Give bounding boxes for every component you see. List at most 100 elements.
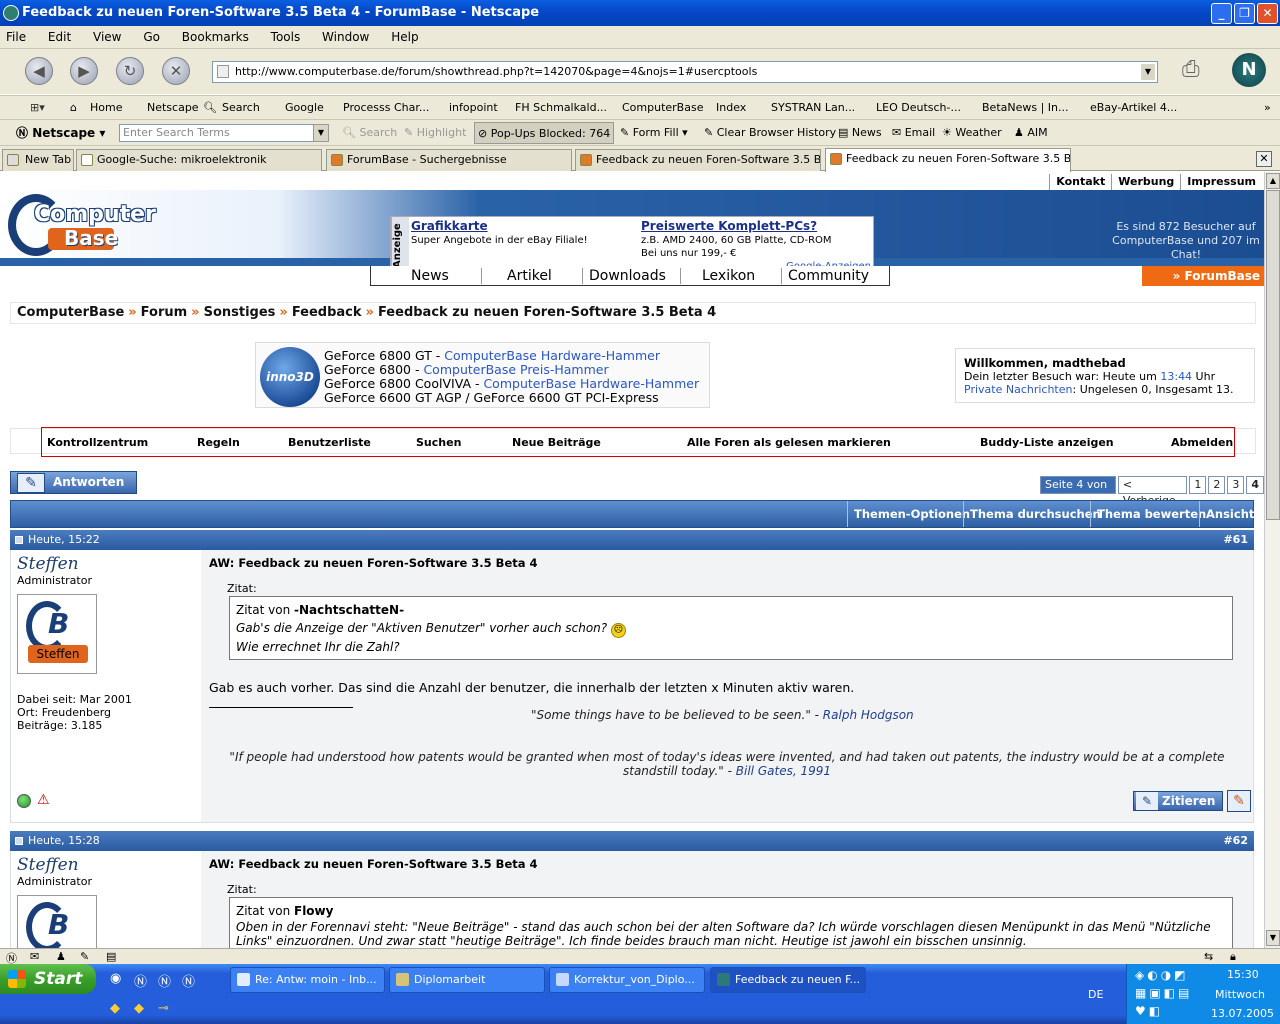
bookmark-ebay[interactable]: eBay-Artikel 4... <box>1090 96 1177 119</box>
tray-icons-row1[interactable]: ◈◐◑◩ <box>1135 968 1189 982</box>
crumb-thread[interactable]: Feedback zu neuen Foren-Software 3.5 Bet… <box>378 305 716 320</box>
menu-regeln[interactable]: Regeln <box>197 436 240 449</box>
vertical-scrollbar[interactable]: ▲ ▼ <box>1264 172 1280 948</box>
menu-bookmarks[interactable]: Bookmarks <box>182 30 249 44</box>
promo-link-3[interactable]: ComputerBase Hardware-Hammer <box>483 376 699 391</box>
bookmark-fh[interactable]: FH Schmalkald... <box>515 96 607 119</box>
tab-google[interactable]: Google-Suche: mikroelektronik <box>76 149 322 171</box>
popups-blocked-button[interactable]: ⊘ Pop-Ups Blocked: 764 <box>474 122 615 144</box>
email-button[interactable]: ✉ Email <box>892 120 935 146</box>
more-bookmarks-icon[interactable]: » <box>1264 96 1271 119</box>
bookmark-systran[interactable]: SYSTRAN Lan... <box>771 96 855 119</box>
quicklaunch-netscape3-icon[interactable]: Ⓝ <box>182 971 195 990</box>
status-aim-icon[interactable]: ♟ <box>56 950 66 963</box>
quicklaunch-tool1-icon[interactable]: ◆ <box>110 1001 120 1016</box>
kontakt-link[interactable]: Kontakt <box>1049 174 1111 190</box>
search-dropdown-icon[interactable]: ▼ <box>313 124 329 142</box>
task-korrektur[interactable]: Korrektur_von_Diplo... <box>549 967 705 993</box>
inno3d-promo[interactable]: inno3D GeForce 6800 GT - ComputerBase Ha… <box>255 342 710 408</box>
window-title-bar[interactable]: Feedback zu neuen Foren-Software 3.5 Bet… <box>0 0 1280 26</box>
thread-view[interactable]: Ansicht <box>1199 501 1260 527</box>
tray-icons-row3[interactable]: ♥◧ <box>1135 1004 1163 1018</box>
clear-history-button[interactable]: ✎ Clear Browser History <box>704 120 836 146</box>
nav-community[interactable]: Community <box>788 266 869 286</box>
menu-alle-gelesen[interactable]: Alle Foren als gelesen markieren <box>687 436 891 449</box>
post-number[interactable]: #61 <box>1223 530 1248 550</box>
search-input[interactable]: Enter Search Terms ▼ <box>119 124 329 142</box>
report-post-icon[interactable]: ⚠ <box>37 792 50 808</box>
private-messages-link[interactable]: Private Nachrichten <box>964 383 1073 396</box>
reload-button[interactable]: ↻ <box>116 57 144 85</box>
menu-help[interactable]: Help <box>391 30 418 44</box>
print-icon[interactable]: ⎙ <box>1182 57 1212 87</box>
scroll-up-icon[interactable]: ▲ <box>1266 173 1280 189</box>
quicklaunch-netscape2-icon[interactable]: Ⓝ <box>158 971 171 990</box>
menu-file[interactable]: File <box>6 30 26 44</box>
reply-button[interactable]: ✎ Antworten <box>10 471 137 494</box>
quicklaunch-netscape-icon[interactable]: Ⓝ <box>134 971 147 990</box>
nav-news[interactable]: News <box>411 266 449 286</box>
bookmark-betanews[interactable]: BetaNews | In... <box>982 96 1069 119</box>
bookmark-infopoint[interactable]: infopoint <box>449 96 498 119</box>
menu-view[interactable]: View <box>93 30 121 44</box>
bookmark-home[interactable]: Home <box>90 96 122 119</box>
address-dropdown-icon[interactable]: ▼ <box>1141 64 1155 80</box>
bookmark-google[interactable]: Google <box>285 96 324 119</box>
close-window-button[interactable]: ✕ <box>1257 3 1278 24</box>
task-mail[interactable]: Re: Antw: moin - Inb... <box>230 967 385 993</box>
task-feedback[interactable]: Feedback zu neuen F... <box>710 967 866 993</box>
bookmark-processs[interactable]: Processs Char... <box>343 96 429 119</box>
quicklaunch-tool3-icon[interactable]: ⊸ <box>158 1001 169 1016</box>
post-number[interactable]: #62 <box>1223 831 1248 851</box>
minimize-button[interactable]: _ <box>1211 3 1232 24</box>
tab-forumbase-search[interactable]: ForumBase - Suchergebnisse <box>326 149 572 171</box>
crumb-computerbase[interactable]: ComputerBase <box>17 305 124 320</box>
edit-post-icon[interactable]: ✎ <box>1227 790 1251 812</box>
form-fill-button[interactable]: ✎ Form Fill ▾ <box>620 120 688 146</box>
tab-feedback-2[interactable]: Feedback zu neuen Foren-Software 3.5 Be.… <box>825 148 1071 172</box>
menu-edit[interactable]: Edit <box>48 30 71 44</box>
menu-go[interactable]: Go <box>143 30 160 44</box>
page-prev[interactable]: < Vorherige <box>1117 476 1188 507</box>
quicklaunch-tool2-icon[interactable]: ◆ <box>134 1001 144 1016</box>
highlight-button[interactable]: ✎ Highlight <box>404 120 466 146</box>
close-tab-icon[interactable]: ✕ <box>1256 151 1272 167</box>
crumb-feedback[interactable]: Feedback <box>292 305 362 320</box>
post-username[interactable]: Steffen <box>17 855 79 875</box>
address-bar[interactable]: http://www.computerbase.de/forum/showthr… <box>212 61 1158 83</box>
scroll-thumb[interactable] <box>1266 190 1280 520</box>
thread-rate[interactable]: Thema bewerten <box>1090 501 1212 527</box>
menu-neue-beitraege[interactable]: Neue Beiträge <box>512 436 601 449</box>
impressum-link[interactable]: Impressum <box>1180 174 1262 190</box>
page-2[interactable]: 2 <box>1208 476 1226 494</box>
task-diplomarbeit[interactable]: Diplomarbeit <box>389 967 545 993</box>
quote-button[interactable]: ✎ Zitieren <box>1133 791 1223 811</box>
bookmarks-menu-icon[interactable]: ⊞▾ <box>30 96 45 119</box>
search-button[interactable]: 🔍︎ Search <box>342 120 397 146</box>
post-username[interactable]: Steffen <box>17 554 79 574</box>
ad2-title[interactable]: Preiswerte Komplett-PCs? <box>641 219 817 233</box>
tab-new[interactable]: New Tab <box>2 149 74 171</box>
back-button[interactable]: ◀ <box>25 57 53 85</box>
netscape-logo-icon[interactable]: N <box>1232 53 1266 87</box>
tab-feedback-1[interactable]: Feedback zu neuen Foren-Software 3.5 Be.… <box>575 149 821 171</box>
page-3[interactable]: 3 <box>1227 476 1245 494</box>
tray-icons-row2[interactable]: ▦▣◧▤ <box>1135 986 1192 1000</box>
computerbase-logo[interactable]: Computer Base <box>8 194 156 264</box>
thread-search[interactable]: Thema durchsuchen <box>963 501 1107 527</box>
language-indicator[interactable]: DE <box>1088 988 1103 1001</box>
status-address-icon[interactable]: ▤ <box>106 950 116 963</box>
menu-window[interactable]: Window <box>322 30 369 44</box>
bookmark-index[interactable]: Index <box>716 96 746 119</box>
scroll-down-icon[interactable]: ▼ <box>1266 930 1280 946</box>
werbung-link[interactable]: Werbung <box>1111 174 1180 190</box>
news-button[interactable]: ▤ News <box>838 120 882 146</box>
aim-button[interactable]: ♟ AIM <box>1014 120 1048 146</box>
signature-link-2[interactable]: Bill Gates, 1991 <box>736 764 831 778</box>
netscape-brand[interactable]: Ⓝ Netscape ▾ <box>16 120 105 146</box>
menu-buddy-liste[interactable]: Buddy-Liste anzeigen <box>980 436 1114 449</box>
thread-options[interactable]: Themen-Optionen <box>847 501 976 527</box>
quicklaunch-ie-icon[interactable]: ◉ <box>110 971 121 986</box>
menu-kontrollzentrum[interactable]: Kontrollzentrum <box>47 436 148 449</box>
bookmark-search[interactable]: Search <box>222 96 260 119</box>
